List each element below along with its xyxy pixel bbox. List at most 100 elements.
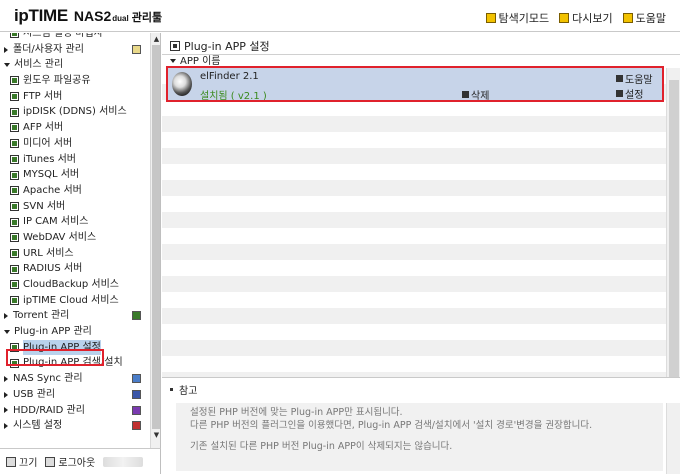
help-icon [622,13,633,23]
exit-button[interactable]: 끄기 [6,454,37,469]
plugin-help-button[interactable]: 도움말 [616,71,653,86]
menu-item-icon [10,76,19,86]
nav-category-torrent[interactable]: Torrent 관리 [0,308,150,324]
nav-category-hdd-raid[interactable]: HDD/RAID 관리 [0,403,150,419]
list-stripe [162,228,666,244]
nav-item-ipcam[interactable]: IP CAM 서비스 [0,214,150,230]
nav-category-system[interactable]: 시스템 설정 [0,418,150,434]
menu-item-icon [10,123,19,133]
collapsed-arrow-icon [4,423,8,430]
nav-label: Plug-in APP 검색/설치 [23,357,123,369]
list-stripe [162,276,666,292]
nav-label: ipTIME Cloud 서비스 [23,294,119,306]
nav-label: Apache 서버 [23,184,82,196]
nav-item-plugin-search[interactable]: Plug-in APP 검색/설치 [0,355,150,371]
notes-body: 설정된 PHP 버전에 맞는 Plug-in APP만 표시됩니다. 다른 PH… [176,403,663,471]
menu-item-icon [10,170,19,180]
sync-icon [132,374,141,384]
plugin-row-elfinder[interactable]: elFinder 2.1 설치됨 ( v2.1 ) 삭제 도움말 설정 [166,68,664,102]
nav-label: 윈도우 파일공유 [23,75,91,87]
notes-line: 기존 설치된 다른 PHP 버전 Plug-in APP이 삭제되지는 않습니다… [190,441,453,452]
nav-item-url[interactable]: URL 서비스 [0,246,150,262]
collapsed-arrow-icon [4,46,8,53]
nav-item-ipdisk[interactable]: ipDISK (DDNS) 서비스 [0,104,150,120]
list-stripe [162,244,666,260]
scroll-up-icon[interactable]: ▲ [152,35,160,44]
notes-header: 참고 [170,382,197,397]
page-title-text: Plug-in APP 설정 [184,40,270,53]
nav-label: Torrent 관리 [13,310,70,322]
sidebar-nav: 시스템 설정 마법사 폴더/사용자 관리 서비스 관리 윈도우 파일공유 FTP… [0,33,150,448]
nav-item-ftp[interactable]: FTP 서버 [0,89,150,105]
collapsed-arrow-icon [4,407,8,414]
help-button[interactable]: 도움말 [622,10,666,26]
nav-label: NAS Sync 관리 [13,373,83,385]
plugin-list: elFinder 2.1 설치됨 ( v2.1 ) 삭제 도움말 설정 [162,68,666,408]
notes-scrollbar[interactable] [666,403,680,474]
explorer-mode-button[interactable]: 탐색기모드 [485,10,549,26]
nav-label: iTunes 서버 [23,153,76,165]
page-title: Plug-in APP 설정 [170,38,270,54]
nav-item-mysql[interactable]: MYSQL 서버 [0,167,150,183]
menu-item-icon [10,296,19,306]
refresh-button[interactable]: 다시보기 [559,10,613,26]
collapsed-arrow-icon [4,391,8,398]
collapsed-arrow-icon [4,375,8,382]
plugin-settings-label: 설정 [625,90,644,101]
list-stripe [162,116,666,132]
scroll-down-icon[interactable]: ▼ [152,431,160,440]
blurred-version-text [103,456,144,467]
nav-item-setup-wizard[interactable]: 시스템 설정 마법사 [0,33,150,42]
nav-item-iptime-cloud[interactable]: ipTIME Cloud 서비스 [0,293,150,309]
system-icon [132,421,141,431]
nav-item-plugin-settings[interactable]: Plug-in APP 설정 [0,339,150,356]
notes-line: 다른 PHP 버전의 플러그인을 이용했다면, Plug-in APP 검색/설… [190,419,593,431]
nav-category-services[interactable]: 서비스 관리 [0,57,150,73]
nav-list: 시스템 설정 마법사 폴더/사용자 관리 서비스 관리 윈도우 파일공유 FTP… [0,33,150,434]
sidebar-scroll-thumb[interactable] [152,45,160,429]
nav-item-webdav[interactable]: WebDAV 서비스 [0,230,150,246]
nav-category-usb[interactable]: USB 관리 [0,387,150,403]
delete-button[interactable]: 삭제 [462,87,489,102]
list-stripe [162,100,666,116]
notes-title: 참고 [179,386,198,397]
plugin-settings-button[interactable]: 설정 [616,86,643,101]
menu-item-icon [10,264,19,274]
help-label: 도움말 [635,12,666,25]
sidebar-scrollbar[interactable]: ▲ ▼ [150,33,160,448]
hdd-icon [132,405,141,415]
nav-item-windows-share[interactable]: 윈도우 파일공유 [0,73,150,89]
nav-item-afp[interactable]: AFP 서버 [0,120,150,136]
nav-item-radius[interactable]: RADIUS 서버 [0,261,150,277]
nav-label: USB 관리 [13,388,56,400]
exit-label: 끄기 [19,458,38,469]
nav-item-apache[interactable]: Apache 서버 [0,183,150,199]
logout-button[interactable]: 로그아웃 [45,454,95,469]
list-stripe [162,212,666,228]
nav-category-plugin[interactable]: Plug-in APP 관리 [0,324,150,340]
menu-item-icon [10,186,19,196]
nav-label: ipDISK (DDNS) 서비스 [23,106,127,118]
nav-item-media[interactable]: 미디어 서버 [0,136,150,152]
list-scroll-thumb[interactable] [669,80,679,398]
power-icon [6,456,16,467]
nav-label: URL 서비스 [23,247,74,259]
explorer-icon [485,13,496,23]
nav-category-folder-user[interactable]: 폴더/사용자 관리 [0,42,150,58]
torrent-icon [132,311,141,321]
list-stripe [162,308,666,324]
nav-item-svn[interactable]: SVN 서버 [0,199,150,215]
header-links: 탐색기모드 다시보기 도움말 [485,10,666,26]
settings-icon [616,90,623,97]
nav-label: IP CAM 서비스 [23,216,89,228]
column-header-app-name[interactable]: APP 이름 [162,54,680,68]
list-stripe [162,164,666,180]
nav-item-itunes[interactable]: iTunes 서버 [0,152,150,168]
help-icon [616,75,623,82]
menu-item-icon [10,201,19,211]
nav-item-cloudbackup[interactable]: CloudBackup 서비스 [0,277,150,293]
nav-category-nas-sync[interactable]: NAS Sync 관리 [0,371,150,387]
logo-edition: dual [112,14,129,23]
list-scrollbar[interactable] [666,68,680,408]
list-stripe [162,260,666,276]
